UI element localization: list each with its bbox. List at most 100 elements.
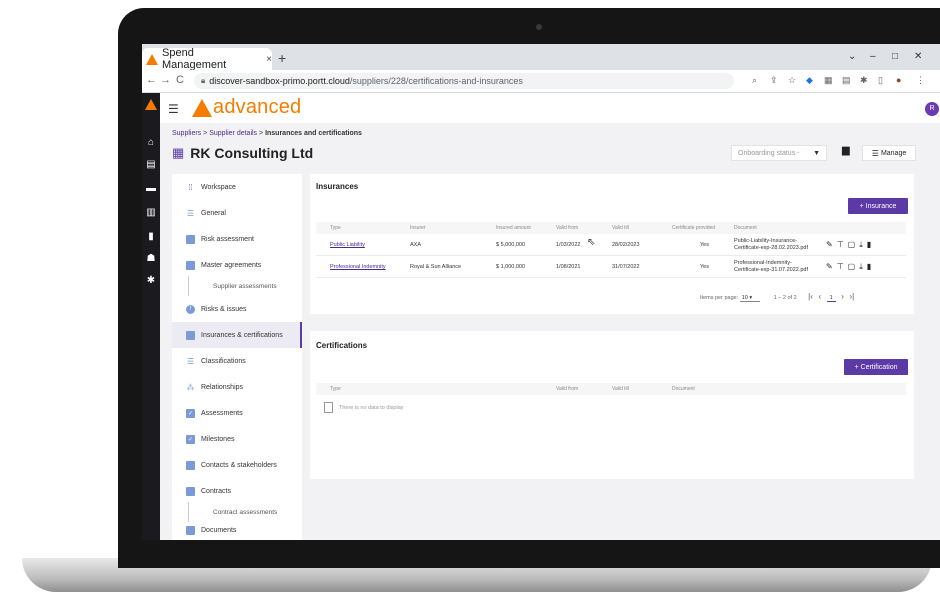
document-cell[interactable]: Public-Liability-Insurance- Certificate-… — [734, 238, 808, 252]
onboarding-status-select[interactable]: Onboarding status - ▼ — [731, 145, 827, 161]
url-bar[interactable]: 🔒︎ discover-sandbox-primo.portt.cloud /s… — [194, 73, 734, 89]
amount-cell: $ 5,000,000 — [496, 242, 526, 248]
hamburger-icon: ☰ — [871, 148, 879, 158]
nav-item-relationships[interactable]: ⁂ Relationships — [172, 374, 302, 400]
valid-from-cell: 1/08/2021 — [556, 264, 581, 270]
maximize-icon[interactable]: □ — [892, 51, 898, 62]
nav-item-risk-assessment[interactable]: Risk assessment — [172, 226, 302, 252]
extension-icon[interactable]: ▦ — [824, 75, 833, 86]
window-tabs-menu-icon[interactable]: ⌄ — [848, 51, 856, 62]
nav-item-contacts-stakeholders[interactable]: Contacts & stakeholders — [172, 452, 302, 478]
extensions-puzzle-icon[interactable]: ✱ — [860, 75, 868, 86]
table-row: Public Liability AXA $ 5,000,000 1/03/20… — [316, 234, 906, 256]
filter-icon[interactable]: ⊤ — [837, 240, 848, 249]
nav-label: Relationships — [201, 383, 244, 391]
page-title: RK Consulting Ltd — [190, 145, 314, 161]
nav-item-supplier-assessments[interactable]: Supplier assessments — [188, 276, 302, 296]
breadcrumb-separator: > — [203, 130, 208, 137]
last-page-icon[interactable]: ›| — [849, 292, 854, 301]
nav-item-milestones[interactable]: ✓ Milestones — [172, 426, 302, 452]
user-avatar[interactable]: R — [925, 102, 939, 116]
items-per-page-value: 10 — [741, 295, 748, 301]
sidebar-panel-icon[interactable]: ▯ — [878, 75, 883, 86]
share-icon[interactable]: ⇪ — [770, 75, 778, 86]
nav-item-contract-assessments[interactable]: Contract assessments — [188, 502, 302, 522]
advanced-logo-icon — [146, 53, 158, 65]
bar-chart-icon[interactable]: ▮ — [142, 231, 160, 242]
nav-item-assessments[interactable]: ✓ Assessments — [172, 400, 302, 426]
add-certification-button[interactable]: + Certification — [844, 359, 908, 375]
edit-icon[interactable]: ✎ — [826, 262, 837, 271]
mouse-cursor-icon: ⇖ — [587, 237, 596, 248]
list-icon: ☰ — [186, 208, 195, 218]
chat-icon[interactable]: ▆ — [842, 145, 850, 156]
browser-tab[interactable]: Spend Management × — [142, 47, 272, 71]
extension-icon[interactable]: ◆ — [806, 75, 813, 86]
valid-till-cell: 31/07/2022 — [612, 264, 640, 270]
relationship-icon: ⁂ — [186, 382, 195, 392]
bookmark-star-icon[interactable]: ☆ — [788, 75, 796, 86]
inbox-icon[interactable]: ▬ — [142, 183, 160, 194]
nav-item-general[interactable]: ☰ General — [172, 200, 302, 226]
columns-icon[interactable]: ▥ — [142, 207, 160, 218]
document-cell[interactable]: Professional-Indemnity- Certificate-exp-… — [734, 260, 808, 274]
document-icon — [186, 486, 195, 496]
nav-label: Supplier assessments — [213, 282, 277, 290]
delete-icon[interactable]: ▮ — [867, 240, 875, 249]
insurance-type-link[interactable]: Public Liability — [330, 242, 365, 248]
edit-icon[interactable]: ✎ — [826, 240, 837, 249]
copy-icon[interactable]: ▢ — [848, 240, 860, 249]
breadcrumb-item-suppliers[interactable]: Suppliers — [172, 130, 201, 137]
tab-close-icon[interactable]: × — [266, 54, 272, 65]
insurer-cell: Royal & Sun Alliance — [410, 264, 462, 270]
first-page-icon[interactable]: |‹ — [808, 292, 813, 301]
back-icon[interactable]: ← — [146, 74, 157, 86]
amount-cell: $ 1,000,000 — [496, 264, 526, 270]
nav-item-insurances-certifications[interactable]: Insurances & certifications — [172, 322, 302, 348]
app-rail: ⌂ ▤ ▬ ▥ ▮ ☗ ✱ — [142, 93, 160, 540]
close-window-icon[interactable]: ✕ — [914, 51, 922, 62]
current-page[interactable]: 1 — [826, 295, 836, 302]
brand-logo[interactable]: advanced — [192, 96, 301, 119]
advanced-logo-icon[interactable] — [142, 99, 160, 113]
add-insurance-button[interactable]: + Insurance — [848, 198, 908, 214]
new-tab-button[interactable]: + — [278, 50, 286, 66]
browser-menu-icon[interactable]: ⋮ — [916, 75, 925, 86]
previous-page-icon[interactable]: ‹ — [818, 292, 821, 301]
nav-label: Classifications — [201, 357, 246, 365]
profile-icon[interactable]: ● — [896, 75, 901, 85]
filter-icon[interactable]: ⊤ — [837, 262, 848, 271]
brand-name: advanced — [213, 96, 302, 118]
copy-icon[interactable]: ▢ — [848, 262, 860, 271]
delete-icon[interactable]: ▮ — [867, 262, 875, 271]
download-icon[interactable]: ⤓ — [859, 262, 867, 271]
users-icon[interactable]: ☗ — [142, 253, 160, 264]
download-icon[interactable]: ⤓ — [859, 240, 867, 249]
nav-item-master-agreements[interactable]: Master agreements — [172, 252, 302, 278]
hamburger-menu-icon[interactable]: ☰ — [168, 102, 179, 116]
home-icon[interactable]: ⌂ — [142, 137, 160, 148]
gear-icon[interactable]: ✱ — [142, 275, 160, 286]
forward-icon[interactable]: → — [160, 74, 171, 86]
nav-item-risks-issues[interactable]: ! Risks & issues — [172, 296, 302, 322]
nav-item-contracts[interactable]: Contracts — [172, 478, 302, 504]
breadcrumb-item-current: Insurances and certifications — [265, 130, 362, 137]
breadcrumb-item-supplier-details[interactable]: Supplier details — [209, 130, 257, 137]
document-icon[interactable]: ▤ — [142, 159, 160, 170]
certifications-table-header: Type Valid from Valid till Document — [316, 383, 906, 395]
column-header: Type — [330, 386, 341, 392]
nav-item-classifications[interactable]: ☰ Classifications — [172, 348, 302, 374]
browser-toolbar: ← → C 🔒︎ discover-sandbox-primo.portt.cl… — [142, 70, 940, 93]
lock-icon: 🔒︎ — [201, 76, 206, 85]
next-page-icon[interactable]: › — [841, 292, 844, 301]
manage-button[interactable]: ☰ Manage — [862, 145, 916, 161]
extension-icon[interactable]: ▤ — [842, 75, 851, 86]
nav-item-workspace[interactable]: ⁞⁞ Workspace — [172, 174, 302, 200]
minimize-icon[interactable]: – — [870, 51, 876, 62]
reload-icon[interactable]: C — [176, 74, 184, 86]
valid-till-cell: 28/02/2023 — [612, 242, 640, 248]
zoom-icon[interactable]: ⌕ — [752, 75, 757, 86]
nav-item-documents[interactable]: Documents — [172, 520, 302, 540]
insurance-type-link[interactable]: Professional Indemnity — [330, 264, 386, 270]
items-per-page-select[interactable]: 10 ▾ — [739, 295, 761, 302]
